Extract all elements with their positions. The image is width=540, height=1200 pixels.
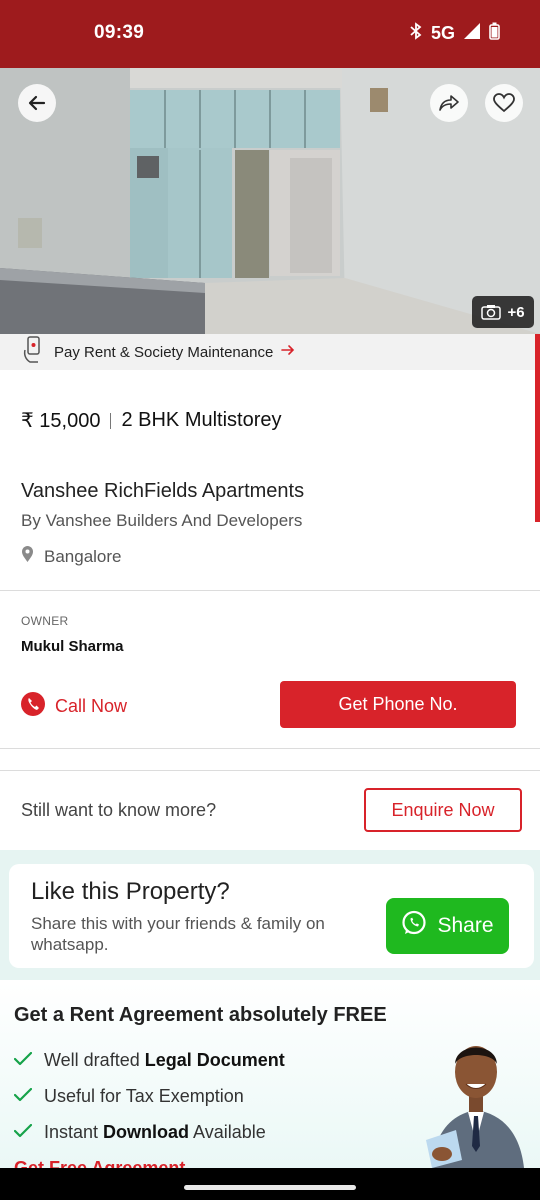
rent-agreement-title: Get a Rent Agreement absolutely FREE [14, 1004, 387, 1026]
photo-count-badge[interactable]: +6 [472, 296, 534, 328]
status-bar: 09:39 5G [0, 0, 540, 68]
whatsapp-icon [401, 910, 427, 942]
whatsapp-share-button[interactable]: Share [386, 898, 509, 954]
check-icon [13, 1050, 33, 1071]
price-divider [110, 412, 112, 429]
divider [0, 748, 540, 749]
status-time: 09:39 [94, 22, 145, 43]
location-text: Bangalore [44, 546, 122, 566]
builder-prefix: By [21, 511, 41, 530]
share-arrow-icon [439, 95, 459, 111]
location-row: Bangalore [21, 545, 122, 568]
owner-name: Mukul Sharma [21, 638, 124, 655]
scroll-indicator [535, 334, 540, 522]
agent-illustration [426, 1046, 524, 1168]
favorite-button[interactable] [485, 84, 523, 122]
arrow-right-icon [281, 343, 295, 361]
enquiry-prompt: Still want to know more? [21, 800, 217, 820]
share-card-title: Like this Property? [31, 878, 230, 905]
heart-icon [493, 93, 515, 113]
get-phone-button[interactable]: Get Phone No. [280, 681, 516, 728]
project-name: Vanshee RichFields Apartments [21, 480, 305, 502]
whatsapp-share-label: Share [437, 914, 494, 937]
property-type: 2 BHK Multistorey [121, 409, 282, 431]
feature-item: Instant Download Available [13, 1122, 266, 1143]
property-photo[interactable] [0, 68, 540, 334]
check-icon [13, 1122, 33, 1143]
divider [0, 590, 540, 591]
signal-icon [463, 22, 481, 45]
camera-icon [481, 305, 502, 320]
navigation-bar [0, 1168, 540, 1200]
feature-item: Well drafted Legal Document [13, 1050, 285, 1071]
call-now-button[interactable]: Call Now [21, 692, 127, 721]
feature-text: Instant Download Available [44, 1122, 266, 1142]
builder-name[interactable]: Vanshee Builders And Developers [46, 511, 303, 530]
check-icon [13, 1086, 33, 1107]
photo-count-text: +6 [507, 303, 525, 321]
home-gesture-handle[interactable] [184, 1185, 356, 1190]
battery-icon [489, 22, 500, 45]
bluetooth-icon [409, 22, 423, 45]
price-row: ₹ 15,000 2 BHK Multistorey [21, 408, 282, 433]
feature-item: Useful for Tax Exemption [13, 1086, 244, 1107]
owner-label: OWNER [21, 614, 69, 628]
divider [0, 770, 540, 771]
call-now-label: Call Now [55, 696, 128, 716]
back-button[interactable] [18, 84, 56, 122]
phone-hand-icon [22, 335, 44, 369]
builder-line: By Vanshee Builders And Developers [21, 511, 302, 531]
pay-rent-banner[interactable]: Pay Rent & Society Maintenance [0, 334, 540, 370]
feature-text: Well drafted Legal Document [44, 1050, 285, 1070]
network-label: 5G [430, 23, 455, 43]
share-property-button[interactable] [430, 84, 468, 122]
location-pin-icon [21, 545, 34, 568]
status-icons: 5G [409, 22, 500, 45]
share-card-subtitle: Share this with your friends & family on… [31, 914, 325, 954]
rent-price: ₹ 15,000 [21, 410, 101, 432]
phone-icon [21, 692, 45, 721]
feature-text: Useful for Tax Exemption [44, 1086, 244, 1106]
arrow-left-icon [28, 95, 46, 111]
enquire-now-button[interactable]: Enquire Now [364, 788, 522, 832]
pay-rent-label: Pay Rent & Society Maintenance [54, 343, 274, 361]
